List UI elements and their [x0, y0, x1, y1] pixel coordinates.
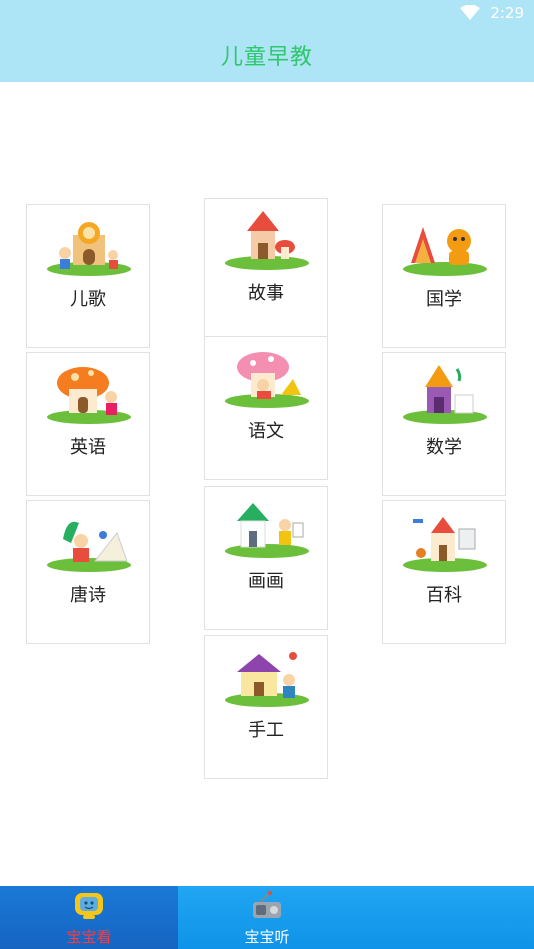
tile-label: 英语 — [70, 437, 106, 458]
tile-label: 数学 — [426, 437, 462, 458]
tile-guoxue[interactable]: 国学 — [382, 204, 506, 348]
purple-house-icon — [403, 365, 487, 424]
purple-roof-house-icon — [225, 652, 309, 707]
tiger-tent-icon — [403, 227, 487, 276]
tab-baobaokan[interactable]: 宝宝看 — [0, 886, 178, 949]
tile-yuwen[interactable]: 语文 — [204, 336, 328, 480]
castle-kids-icon — [47, 222, 131, 276]
book-kids-icon — [47, 521, 131, 572]
tile-label: 故事 — [248, 283, 284, 304]
tile-label: 唐诗 — [70, 585, 106, 606]
green-house-painting-icon — [225, 503, 309, 558]
tile-shougong[interactable]: 手工 — [204, 635, 328, 779]
radio-icon — [253, 891, 281, 918]
tab-label: 宝宝听 — [244, 928, 290, 946]
tile-gushi[interactable]: 故事 — [204, 198, 328, 342]
castle-rocket-icon — [403, 517, 487, 572]
mushroom-house-orange-icon — [47, 367, 131, 424]
tile-tangshi[interactable]: 唐诗 — [26, 500, 150, 644]
tile-erge[interactable]: 儿歌 — [26, 204, 150, 348]
tile-label: 儿歌 — [70, 289, 106, 310]
tile-huahua[interactable]: 画画 — [204, 486, 328, 630]
bottom-nav: 宝宝看 宝宝听 — [0, 886, 534, 949]
tab-label: 宝宝看 — [66, 928, 112, 946]
tile-yingyu[interactable]: 英语 — [26, 352, 150, 496]
tile-baike[interactable]: 百科 — [382, 500, 506, 644]
page-title: 儿童早教 — [220, 45, 313, 70]
tab-baobaoting[interactable]: 宝宝听 — [178, 886, 356, 949]
mushroom-pink-reading-icon — [225, 352, 309, 408]
tile-label: 国学 — [426, 289, 462, 310]
tile-label: 百科 — [426, 585, 462, 606]
wifi-icon — [460, 5, 481, 20]
tile-label: 语文 — [248, 421, 284, 442]
mushroom-house-red-icon — [225, 211, 309, 270]
tile-label: 手工 — [248, 720, 284, 741]
category-grid: 儿歌 故事 国学 英语 语文 数学 唐诗 画画 百科 手工 — [0, 82, 534, 887]
tile-label: 画画 — [248, 571, 284, 592]
tv-icon — [75, 893, 103, 919]
status-time: 2:29 — [490, 4, 524, 22]
app-bar: 儿童早教 — [0, 28, 534, 82]
status-bar: 2:29 — [0, 0, 534, 28]
tile-shuxue[interactable]: 数学 — [382, 352, 506, 496]
